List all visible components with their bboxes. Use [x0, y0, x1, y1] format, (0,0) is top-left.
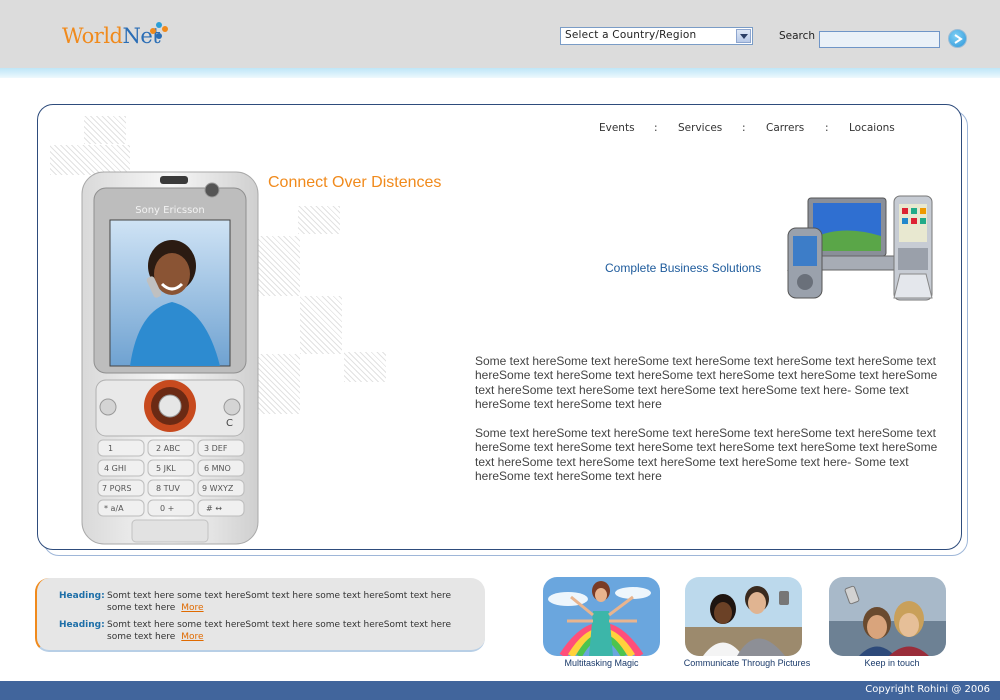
search-input[interactable]: [819, 31, 940, 48]
news-heading: Heading:: [59, 620, 105, 630]
country-select-value: Select a Country/Region: [565, 29, 697, 41]
decorative-pattern: [298, 206, 340, 234]
copyright-text: Copyright Rohini @ 2006: [865, 684, 990, 695]
nav-link-carrers[interactable]: Carrers: [766, 122, 804, 134]
decorative-pattern: [344, 352, 386, 382]
header-divider: [0, 68, 1000, 78]
country-region-select[interactable]: Select a Country/Region: [560, 27, 753, 45]
phone-brand-label: Sony Ericsson: [135, 205, 204, 216]
header: WorldNet Select a Country/Region Search: [0, 0, 1000, 68]
multitasking-photo: [543, 577, 660, 656]
thumbnail-keep-in-touch[interactable]: [829, 577, 946, 656]
nav-separator: :: [742, 122, 746, 134]
body-paragraph-1: Some text hereSome text hereSome text he…: [475, 354, 938, 412]
search-label: Search: [779, 30, 816, 42]
thumbnail-caption[interactable]: Keep in touch: [829, 658, 955, 668]
news-box: Heading: Somt text here some text hereSo…: [35, 578, 485, 652]
svg-text:2 ABC: 2 ABC: [156, 444, 180, 453]
svg-text:1: 1: [108, 444, 113, 453]
svg-text:3 DEF: 3 DEF: [204, 444, 228, 453]
svg-text:# ↔: # ↔: [206, 504, 222, 513]
body-paragraph-2: Some text hereSome text hereSome text he…: [475, 426, 938, 484]
mobile-phone-image: Sony Ericsson C 1 2 ABC 3 DEF 4 GHI 5 JKL 6 …: [81, 171, 259, 545]
svg-text:5 JKL: 5 JKL: [156, 464, 176, 473]
decorative-pattern: [300, 296, 342, 354]
svg-text:* a/A: * a/A: [104, 504, 124, 513]
svg-text:C: C: [226, 418, 233, 429]
keep-in-touch-photo: [829, 577, 946, 656]
thumbnail-communicate[interactable]: [685, 577, 802, 656]
nav-separator: :: [825, 122, 829, 134]
business-devices-image: [787, 195, 933, 301]
logo[interactable]: WorldNet: [62, 22, 168, 52]
svg-text:8 TUV: 8 TUV: [156, 484, 180, 493]
news-heading: Heading:: [59, 591, 105, 601]
news-text: Somt text here some text hereSomt text h…: [107, 620, 452, 642]
nav-separator: :: [654, 122, 658, 134]
footer: Copyright Rohini @ 2006: [0, 681, 1000, 700]
thumbnail-multitasking[interactable]: [543, 577, 660, 656]
business-solutions-title: Complete Business Solutions: [605, 261, 762, 275]
thumbnail-caption[interactable]: Communicate Through Pictures: [670, 658, 824, 668]
svg-text:4 GHI: 4 GHI: [104, 464, 126, 473]
arrow-right-circle-icon[interactable]: [948, 29, 967, 48]
logo-text-world: World: [62, 24, 123, 48]
page-headline: Connect Over Distences: [268, 174, 442, 191]
thumbnail-caption[interactable]: Multitasking Magic: [543, 658, 660, 668]
news-more-link[interactable]: More: [181, 632, 203, 642]
news-text: Somt text here some text hereSomt text h…: [107, 591, 452, 613]
nav-link-events[interactable]: Events: [599, 122, 635, 134]
decorative-pattern: [84, 116, 126, 144]
logo-dots-icon: [150, 22, 172, 42]
chevron-down-icon[interactable]: [736, 29, 751, 43]
communicate-photo: [685, 577, 802, 656]
nav-link-services[interactable]: Services: [678, 122, 722, 134]
svg-text:7 PQRS: 7 PQRS: [102, 484, 131, 493]
svg-text:6 MNO: 6 MNO: [204, 464, 231, 473]
news-more-link[interactable]: More: [181, 603, 203, 613]
svg-text:0 +: 0 +: [160, 504, 174, 513]
svg-text:9 WXYZ: 9 WXYZ: [202, 484, 234, 493]
nav-link-locaions[interactable]: Locaions: [849, 122, 895, 134]
